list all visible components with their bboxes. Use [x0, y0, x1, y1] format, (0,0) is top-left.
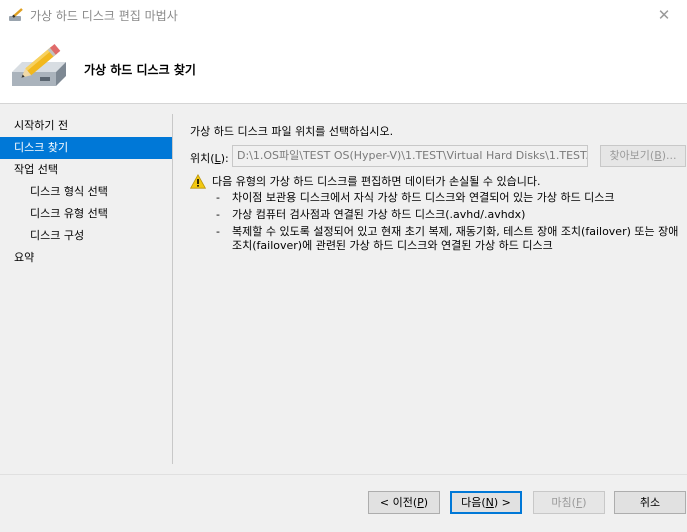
wizard-steps: 시작하기 전 디스크 찾기 작업 선택 디스크 형식 선택 디스크 유형 선택 … [0, 105, 172, 463]
sidebar-item-before-you-begin[interactable]: 시작하기 전 [0, 115, 172, 137]
warning-icon [190, 174, 206, 189]
location-label: 위치(L): [190, 152, 229, 165]
sidebar-item-summary[interactable]: 요약 [0, 247, 172, 269]
sidebar-item-label: 작업 선택 [14, 163, 58, 176]
sidebar-item-choose-action[interactable]: 작업 선택 [0, 159, 172, 181]
pencil-disk-icon [12, 43, 66, 86]
window-title: 가상 하드 디스크 편집 마법사 [30, 8, 178, 23]
browse-button[interactable]: 찾아보기(B)... [600, 145, 686, 167]
sidebar-item-choose-disk-format[interactable]: 디스크 형식 선택 [0, 181, 172, 203]
sidebar-item-label: 요약 [14, 251, 35, 264]
sidebar-item-label: 디스크 유형 선택 [30, 207, 108, 220]
cancel-button[interactable]: 취소 [614, 491, 686, 514]
previous-button[interactable]: < 이전(P) [368, 491, 440, 514]
sidebar-item-choose-disk-type[interactable]: 디스크 유형 선택 [0, 203, 172, 225]
pencil-disk-icon [9, 8, 23, 21]
sidebar-item-label: 시작하기 전 [14, 119, 69, 132]
warning-list: - 차이점 보관용 디스크에서 자식 가상 하드 디스크와 연결되어 있는 가상 … [216, 191, 686, 256]
close-button[interactable]: ✕ [641, 0, 687, 30]
sidebar-item-label: 디스크 찾기 [14, 141, 69, 154]
footer-divider [0, 474, 687, 475]
finish-button[interactable]: 마침(F) [533, 491, 605, 514]
close-icon: ✕ [657, 6, 671, 24]
warning-text: 다음 유형의 가상 하드 디스크를 편집하면 데이터가 손실될 수 있습니다. [212, 175, 541, 188]
next-button[interactable]: 다음(N) > [450, 491, 522, 514]
location-input[interactable]: D:\1.OS파일\TEST OS(Hyper-V)\1.TEST\Virtua… [232, 145, 588, 167]
sidebar-divider [172, 114, 173, 464]
sidebar-item-label: 디스크 형식 선택 [30, 185, 108, 198]
page-title: 가상 하드 디스크 찾기 [84, 63, 196, 77]
sidebar-item-label: 디스크 구성 [30, 229, 85, 242]
instruction-text: 가상 하드 디스크 파일 위치를 선택하십시오. [190, 125, 394, 138]
list-item: - 가상 컴퓨터 검사점과 연결된 가상 하드 디스크(.avhd/.avhdx) [216, 208, 526, 221]
list-item: - 복제할 수 있도록 설정되어 있고 현재 초기 복제, 재동기화, 테스트 장… [216, 225, 679, 252]
list-item: - 차이점 보관용 디스크에서 자식 가상 하드 디스크와 연결되어 있는 가상 … [216, 191, 615, 204]
sidebar-item-locate-disk[interactable]: 디스크 찾기 [0, 137, 172, 159]
title-bar: 가상 하드 디스크 편집 마법사 ✕ [0, 0, 687, 30]
wizard-header: 가상 하드 디스크 찾기 [0, 30, 687, 104]
sidebar-item-configure-disk[interactable]: 디스크 구성 [0, 225, 172, 247]
